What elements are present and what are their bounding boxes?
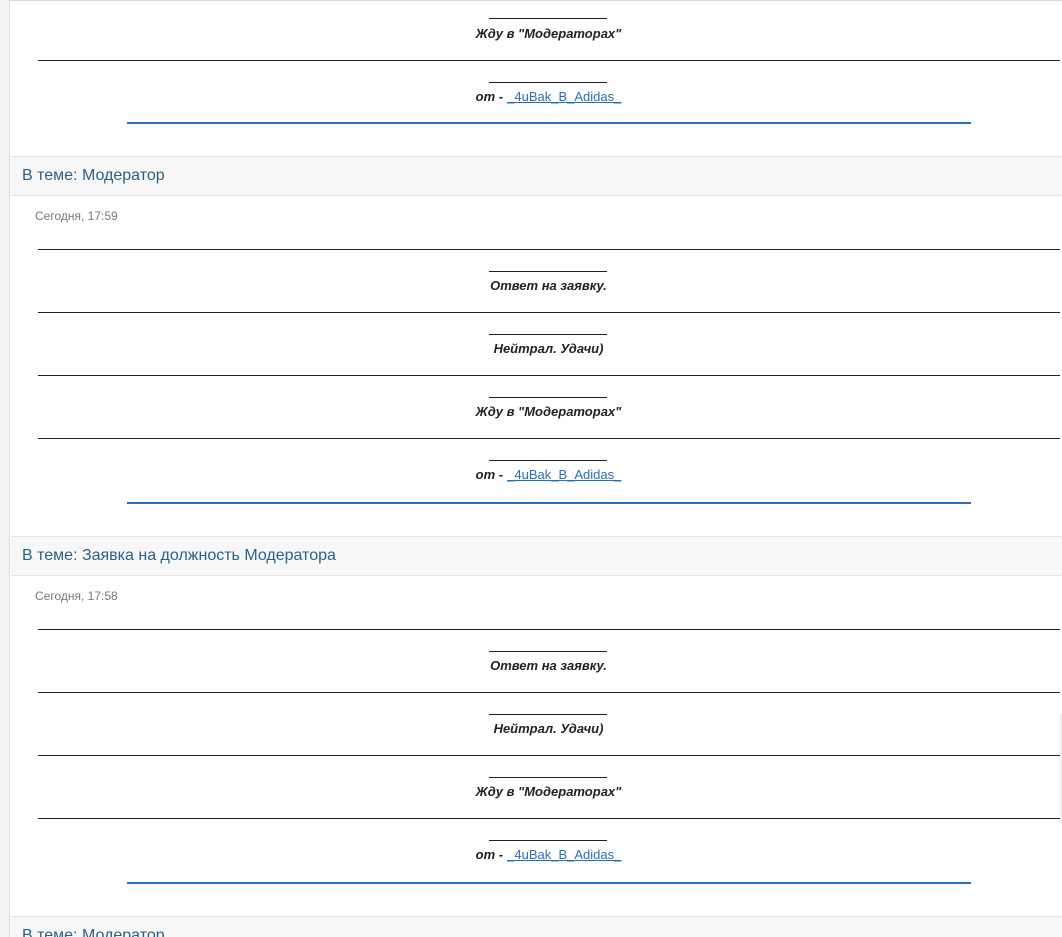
divider-long	[38, 755, 1060, 756]
divider-short	[489, 460, 607, 461]
signature-line: от - _4uBak_B_Adidas_	[11, 467, 1062, 483]
post-body: Сегодня, 17:58 Ответ на заявку. Нейтрал.…	[11, 576, 1062, 916]
divider-short	[489, 714, 607, 715]
author-link[interactable]: _4uBak_B_Adidas_	[507, 847, 621, 862]
signature-prefix: от -	[475, 89, 504, 104]
post-line: Жду в "Модераторах"	[475, 784, 622, 799]
signature-prefix: от -	[475, 847, 504, 862]
divider-short	[489, 18, 607, 19]
signature-prefix: от -	[475, 467, 504, 482]
divider-short	[489, 271, 607, 272]
topic-prefix: В теме:	[22, 927, 82, 937]
signature-line: от - _4uBak_B_Adidas_	[11, 89, 1062, 105]
author-link[interactable]: _4uBak_B_Adidas_	[507, 467, 621, 482]
topic-header: В теме: Заявка на должность Модератора	[11, 536, 1062, 576]
topic-header: В теме: Модератор	[11, 916, 1062, 937]
post-body: Жду в "Модераторах" от - _4uBak_B_Adidas_	[11, 0, 1062, 156]
post-line: Жду в "Модераторах"	[475, 404, 622, 419]
topic-prefix: В теме:	[22, 547, 82, 564]
divider-long	[38, 818, 1060, 819]
divider-long	[38, 312, 1060, 313]
post-line: Ответ на заявку.	[490, 278, 607, 293]
activity-feed: Жду в "Модераторах" от - _4uBak_B_Adidas_…	[11, 0, 1062, 937]
post-line: Жду в "Модераторах"	[475, 26, 622, 41]
divider-short	[489, 334, 607, 335]
divider-short	[489, 840, 607, 841]
divider-short	[489, 651, 607, 652]
signature-divider	[127, 502, 971, 504]
divider-short	[489, 777, 607, 778]
signature-divider	[127, 122, 971, 124]
divider-long	[38, 692, 1060, 693]
post-line: Нейтрал. Удачи)	[493, 721, 604, 736]
post-line: Нейтрал. Удачи)	[493, 341, 604, 356]
divider-short	[489, 397, 607, 398]
post-line: Ответ на заявку.	[490, 658, 607, 673]
divider-short	[489, 82, 607, 83]
divider-long	[38, 375, 1060, 376]
author-link[interactable]: _4uBak_B_Adidas_	[507, 89, 621, 104]
post-body: Сегодня, 17:59 Ответ на заявку. Нейтрал.…	[11, 196, 1062, 536]
divider-long	[38, 438, 1060, 439]
topic-link[interactable]: Модератор	[82, 167, 165, 184]
divider-long	[38, 629, 1060, 630]
signature-divider	[127, 882, 971, 884]
topic-prefix: В теме:	[22, 167, 82, 184]
topic-link[interactable]: Заявка на должность Модератора	[82, 547, 336, 564]
topic-header: В теме: Модератор	[11, 156, 1062, 196]
divider-long	[38, 60, 1060, 61]
page: Жду в "Модераторах" от - _4uBak_B_Adidas_…	[0, 0, 1062, 937]
post-timestamp: Сегодня, 17:59	[35, 209, 118, 223]
left-sidebar-edge	[0, 0, 10, 937]
divider-long	[38, 249, 1060, 250]
post-timestamp: Сегодня, 17:58	[35, 589, 118, 603]
signature-line: от - _4uBak_B_Adidas_	[11, 847, 1062, 863]
topic-link[interactable]: Модератор	[82, 927, 165, 937]
